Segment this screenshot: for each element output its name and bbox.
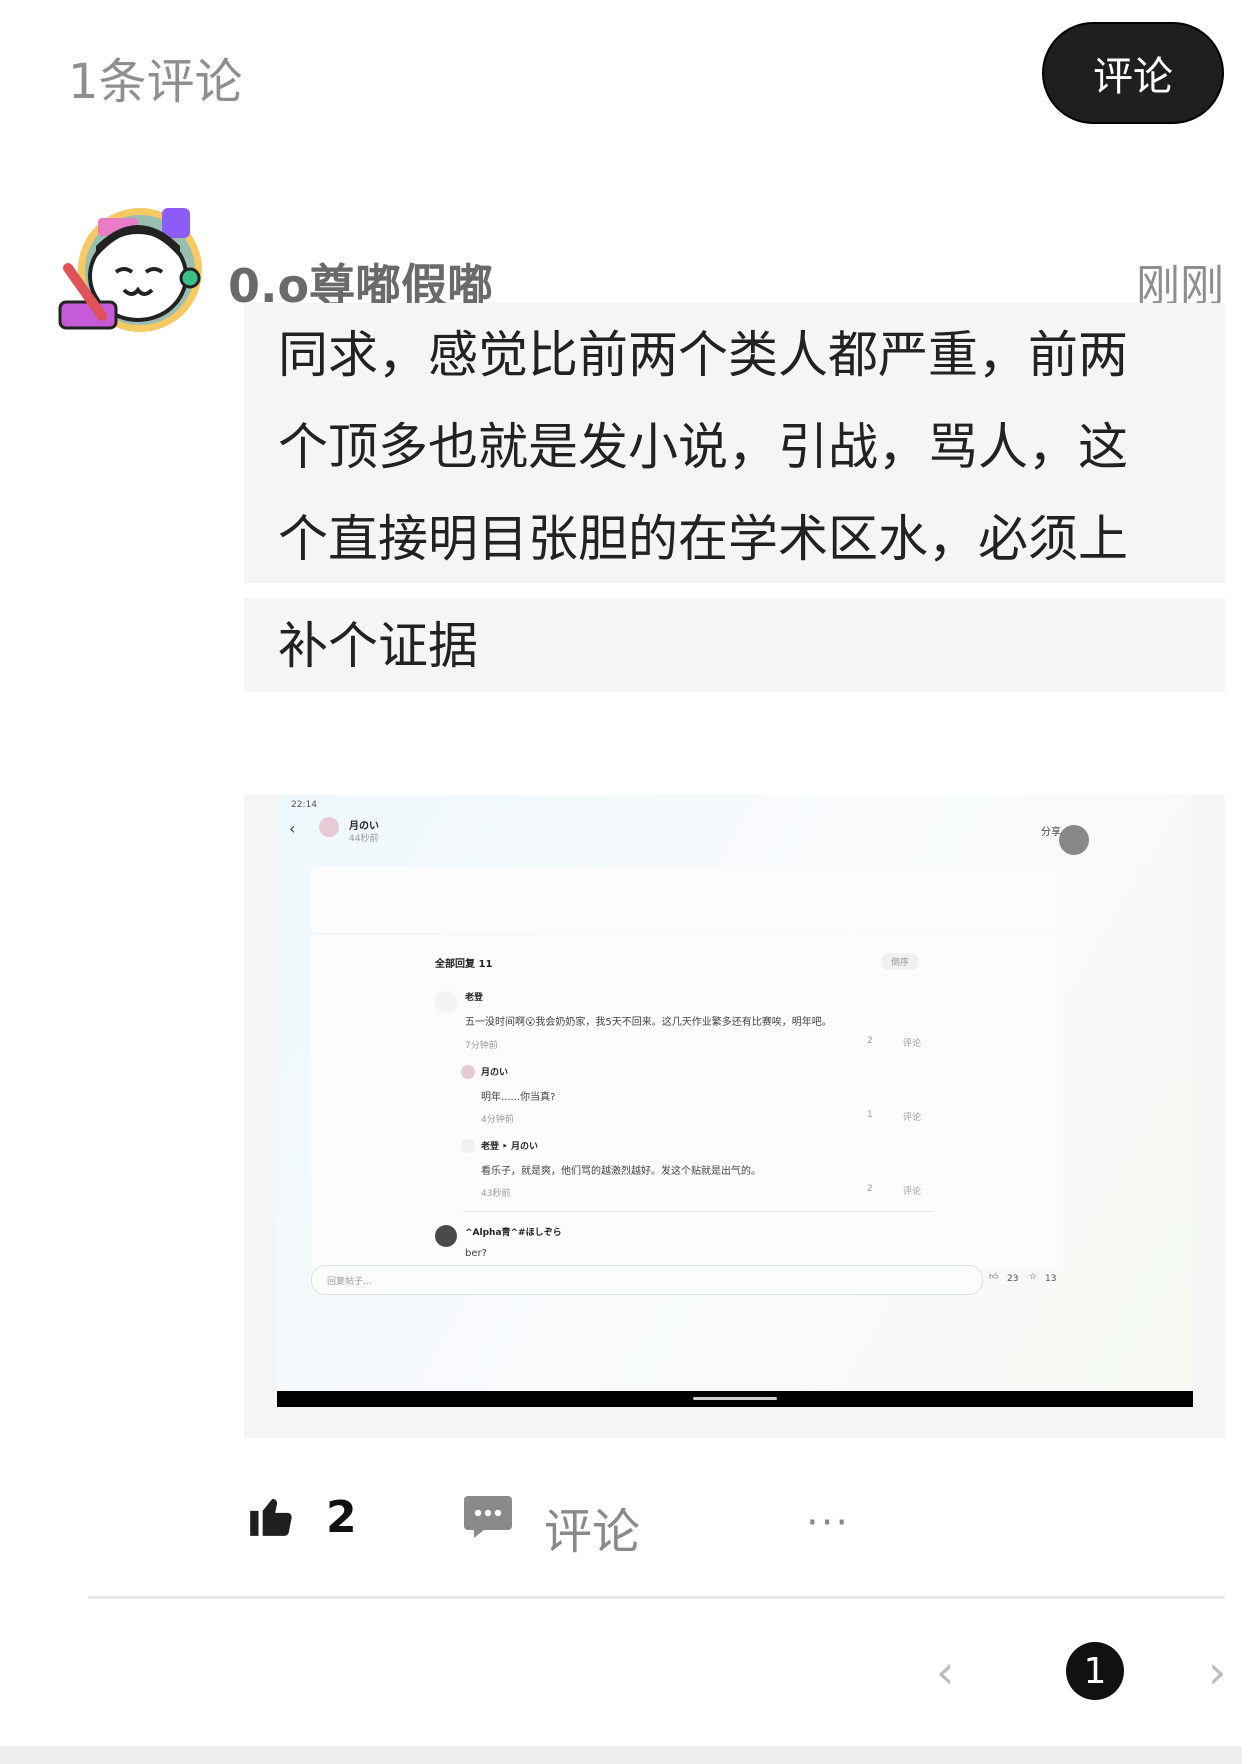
reply-likes: 2 bbox=[867, 1184, 873, 1194]
chat-bubble-icon[interactable] bbox=[462, 1492, 514, 1546]
reply-button[interactable]: 评论 bbox=[544, 1492, 640, 1562]
reply-action: 评论 bbox=[903, 1039, 922, 1049]
reply-text: ber? bbox=[465, 1248, 487, 1259]
comment-line: 个顶多也就是发小说，引战，骂人，这 bbox=[278, 418, 1128, 476]
bottom-bar bbox=[0, 1746, 1242, 1764]
post-header-panel bbox=[311, 867, 1057, 933]
comment-line: 补个证据 bbox=[278, 617, 478, 675]
reply-time: 43秒前 bbox=[481, 1189, 511, 1199]
reply-input bbox=[311, 1265, 983, 1295]
sort-dropdown: 倒序 bbox=[881, 953, 920, 970]
star-total: 13 bbox=[1045, 1274, 1057, 1284]
comment-text-block: 同求，感觉比前两个类人都严重，前两 个顶多也就是发小说，引战，骂人，这 个直接明… bbox=[244, 303, 1225, 583]
reply-author: 月のい bbox=[481, 1068, 509, 1078]
chevron-right-icon[interactable]: › bbox=[1208, 1645, 1226, 1699]
reply-text: 五一没时间啊😮我会奶奶家，我5天不回来。这几天作业繁多还有比赛唉，明年吧。 bbox=[465, 1017, 832, 1028]
reply-time: 4分钟前 bbox=[481, 1115, 514, 1125]
comment-line: 同求，感觉比前两个类人都严重，前两 bbox=[278, 326, 1128, 384]
write-comment-button[interactable]: 评论 bbox=[1042, 22, 1224, 124]
avatar bbox=[435, 1225, 457, 1247]
reply-text: 明年......你当真? bbox=[481, 1092, 556, 1103]
home-indicator bbox=[693, 1397, 777, 1400]
share-label: 分享 bbox=[1041, 827, 1061, 838]
avatar bbox=[461, 1065, 475, 1079]
chevron-left-icon[interactable]: ‹ bbox=[936, 1645, 954, 1699]
reply-author: 老登 bbox=[465, 993, 484, 1003]
nav-bar bbox=[277, 1391, 1193, 1407]
divider bbox=[463, 1211, 933, 1212]
all-replies-heading: 全部回复 11 bbox=[435, 959, 493, 970]
more-options-icon[interactable]: ··· bbox=[806, 1500, 850, 1546]
reply-likes: 1 bbox=[867, 1110, 873, 1120]
like-total: 23 bbox=[1007, 1274, 1019, 1284]
back-icon: ‹ bbox=[289, 819, 296, 838]
comment-count: 1条评论 bbox=[68, 54, 243, 110]
avatar bbox=[319, 817, 339, 837]
replies-panel bbox=[311, 935, 1057, 1269]
reply-action: 评论 bbox=[903, 1187, 922, 1197]
post-time: 44秒前 bbox=[349, 834, 379, 844]
current-page[interactable]: 1 bbox=[1066, 1642, 1124, 1700]
like-icon: 👍︎ bbox=[989, 1272, 999, 1282]
reply-author: ^Alpha青^#ほしぞら bbox=[465, 1228, 562, 1238]
comment-text-block-continued: 补个证据 bbox=[244, 598, 1225, 692]
avatar[interactable] bbox=[58, 198, 218, 348]
post-author: 月のい bbox=[349, 821, 379, 832]
attached-image[interactable]: 22:14 ‹ 月のい 44秒前 分享 全部回复 11 倒序 老登 五一没时间啊… bbox=[244, 795, 1225, 1438]
screenshot-content: 22:14 ‹ 月のい 44秒前 分享 全部回复 11 倒序 老登 五一没时间啊… bbox=[277, 795, 1193, 1407]
avatar bbox=[435, 991, 457, 1013]
reply-action: 评论 bbox=[903, 1113, 922, 1123]
thumbs-up-icon[interactable] bbox=[246, 1490, 296, 1544]
avatar bbox=[461, 1139, 475, 1153]
reply-input-placeholder: 回复帖子... bbox=[327, 1277, 372, 1287]
star-icon: ☆ bbox=[1029, 1272, 1038, 1282]
status-time: 22:14 bbox=[291, 800, 317, 810]
reply-author: 老登 ‣ 月のい bbox=[481, 1142, 539, 1152]
like-count: 2 bbox=[326, 1492, 357, 1543]
reply-likes: 2 bbox=[867, 1036, 873, 1046]
divider bbox=[88, 1596, 1225, 1599]
reply-time: 7分钟前 bbox=[465, 1041, 498, 1051]
reply-text: 看乐子，就是爽，他们骂的越激烈越好。发这个贴就是出气的。 bbox=[481, 1166, 761, 1177]
toggle-icon bbox=[1059, 825, 1089, 855]
comment-line: 个直接明目张胆的在学术区水，必须上 bbox=[278, 510, 1128, 568]
